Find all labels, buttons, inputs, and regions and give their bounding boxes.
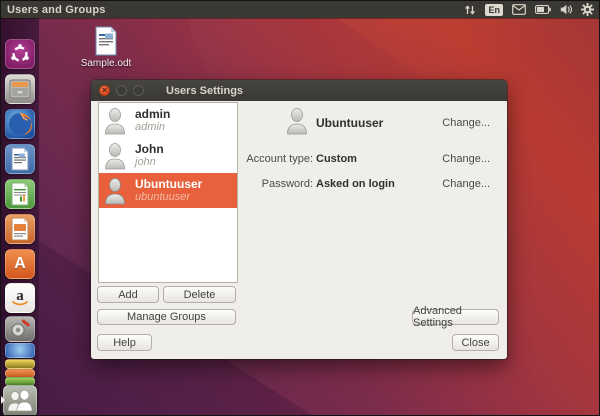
- maximize-window-icon[interactable]: [133, 85, 144, 96]
- system-settings-icon[interactable]: [5, 316, 35, 342]
- add-button[interactable]: Add: [97, 286, 159, 303]
- stacked-app-yellow-icon[interactable]: [5, 359, 35, 369]
- keyboard-layout-indicator[interactable]: En: [485, 3, 503, 16]
- user-avatar-icon: [105, 107, 125, 134]
- running-app-arrow: [1, 396, 5, 404]
- user-row-admin[interactable]: admin admin: [99, 103, 237, 138]
- top-panel: Users and Groups En: [1, 1, 599, 18]
- amazon-letter: a: [16, 288, 24, 304]
- window-title: Users Settings: [166, 84, 244, 97]
- volume-icon[interactable]: [560, 4, 572, 15]
- file-manager-icon[interactable]: [5, 74, 35, 104]
- selected-user-name: Ubuntuuser: [316, 116, 384, 130]
- password-value: Asked on login: [316, 178, 395, 190]
- session-gear-icon[interactable]: [581, 3, 594, 16]
- firefox-icon[interactable]: [5, 109, 35, 139]
- libreoffice-impress-icon[interactable]: [5, 214, 35, 244]
- battery-icon[interactable]: [535, 5, 551, 14]
- window-titlebar[interactable]: × Users Settings: [91, 80, 507, 101]
- desktop-file-label: Sample.odt: [80, 58, 132, 69]
- manage-groups-button[interactable]: Manage Groups: [97, 309, 236, 325]
- selected-user-avatar-icon: [286, 106, 308, 141]
- libreoffice-calc-icon[interactable]: [5, 179, 35, 209]
- close-window-icon[interactable]: ×: [99, 85, 110, 96]
- change-user-name-button[interactable]: Change...: [442, 117, 490, 129]
- libreoffice-writer-icon[interactable]: [5, 144, 35, 174]
- desktop-screen: Users and Groups En A a Sample.odt × Use…: [0, 0, 600, 416]
- account-type-label: Account type:: [246, 153, 313, 165]
- ubuntu-dash-button[interactable]: [5, 39, 35, 69]
- mail-icon[interactable]: [512, 4, 526, 15]
- advanced-settings-button[interactable]: Advanced Settings: [412, 305, 499, 329]
- user-fullname: admin: [135, 107, 171, 121]
- password-label: Password:: [261, 178, 313, 190]
- account-type-value: Custom: [316, 153, 357, 165]
- software-center-icon[interactable]: A: [5, 249, 35, 279]
- users-settings-window: × Users Settings admin admin John john U…: [91, 80, 507, 359]
- users-and-groups-launcher-icon[interactable]: [3, 385, 37, 415]
- indicator-area: En: [464, 1, 594, 18]
- delete-button[interactable]: Delete: [163, 286, 236, 303]
- amazon-icon[interactable]: a: [5, 283, 35, 313]
- stacked-app-blue-icon[interactable]: [5, 343, 35, 358]
- user-avatar-icon: [105, 177, 125, 204]
- help-button[interactable]: Help: [97, 334, 152, 351]
- user-avatar-icon: [105, 142, 125, 169]
- odt-document-icon: [93, 26, 119, 56]
- active-window-title: Users and Groups: [7, 3, 106, 16]
- network-sync-arrows-icon[interactable]: [464, 4, 476, 16]
- close-button[interactable]: Close: [452, 334, 499, 351]
- desktop-file-sample-odt[interactable]: Sample.odt: [77, 26, 135, 69]
- change-account-type-button[interactable]: Change...: [442, 153, 490, 165]
- user-username: ubuntuuser: [135, 191, 191, 203]
- unity-launcher: A a: [1, 18, 39, 415]
- software-center-letter: A: [14, 255, 26, 272]
- minimize-window-icon[interactable]: [116, 85, 127, 96]
- user-username: admin: [135, 121, 165, 133]
- ubuntu-logo-icon: [11, 44, 29, 62]
- window-controls: ×: [99, 85, 144, 96]
- change-password-button[interactable]: Change...: [442, 178, 490, 190]
- user-list: admin admin John john Ubuntuuser ubuntuu…: [98, 102, 238, 283]
